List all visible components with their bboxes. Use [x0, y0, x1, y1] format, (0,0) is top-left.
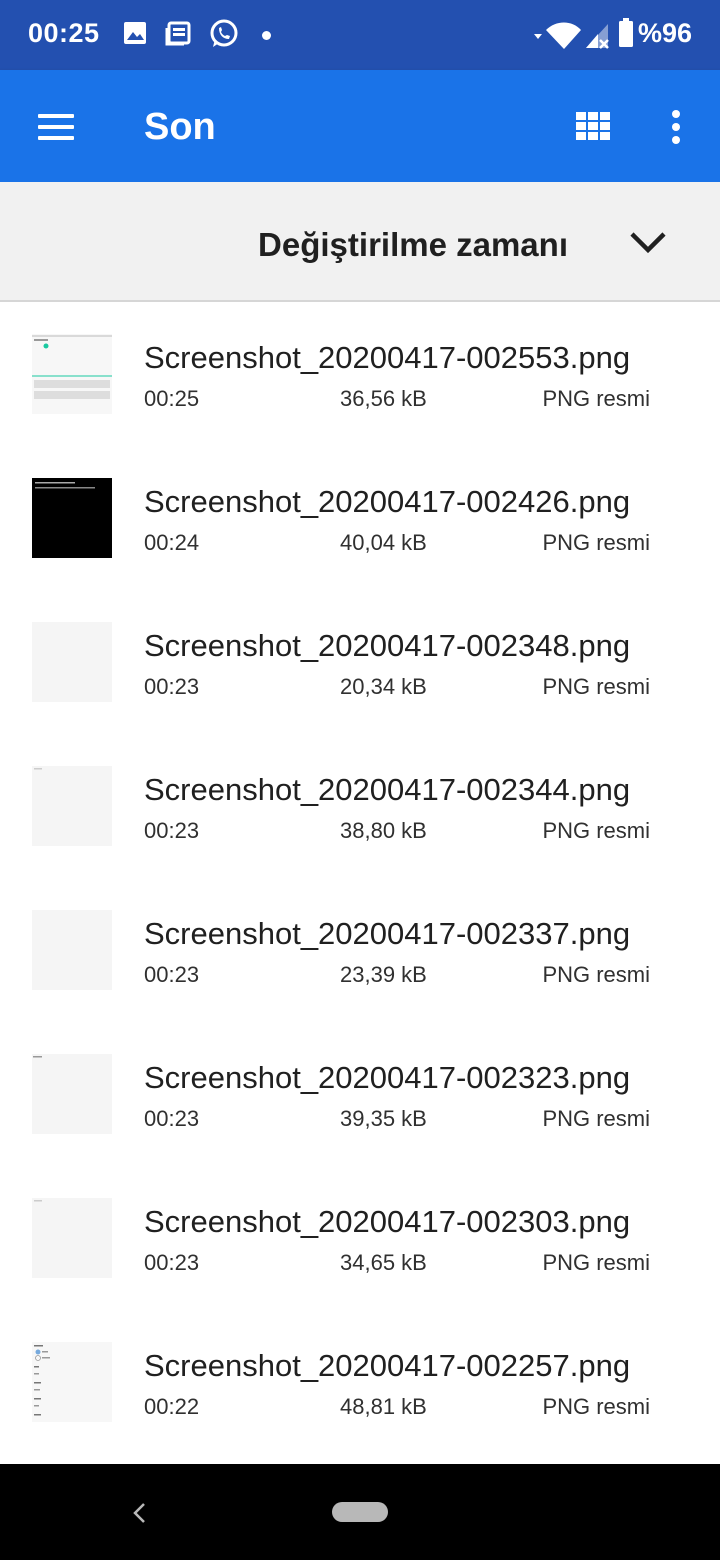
- file-thumbnail: [32, 1342, 112, 1422]
- app-bar: Son: [0, 70, 720, 182]
- status-bar: 00:25 %96: [0, 0, 720, 70]
- file-name: Screenshot_20200417-002337.png: [144, 916, 631, 951]
- file-thumbnail: [32, 1054, 112, 1134]
- file-time: 00:23: [144, 818, 200, 843]
- menu-icon[interactable]: [38, 114, 74, 140]
- file-list-item[interactable]: Screenshot_20200417-002426.png 00:24 40,…: [0, 446, 720, 590]
- file-name: Screenshot_20200417-002426.png: [144, 484, 631, 519]
- file-list-item[interactable]: Screenshot_20200417-002303.png 00:23 34,…: [0, 1166, 720, 1310]
- file-time: 00:23: [144, 1106, 200, 1131]
- file-size: 34,65 kB: [340, 1250, 427, 1275]
- file-list-item[interactable]: Screenshot_20200417-002257.png 00:22 48,…: [0, 1310, 720, 1454]
- file-thumbnail: [32, 1198, 112, 1278]
- file-time: 00:23: [144, 962, 200, 987]
- file-time: 00:23: [144, 674, 200, 699]
- grid-view-icon[interactable]: [576, 112, 610, 140]
- status-time: 00:25: [28, 18, 100, 48]
- file-name: Screenshot_20200417-002344.png: [144, 772, 631, 807]
- file-thumbnail: [32, 334, 112, 414]
- file-name: Screenshot_20200417-002323.png: [144, 1060, 631, 1095]
- whatsapp-icon: [210, 19, 238, 47]
- news-icon: [165, 21, 191, 46]
- file-type: PNG resmi: [542, 386, 650, 411]
- home-button[interactable]: [332, 1502, 388, 1522]
- file-size: 20,34 kB: [340, 674, 427, 699]
- file-size: 48,81 kB: [340, 1394, 427, 1419]
- file-list-item[interactable]: Screenshot_20200417-002553.png 00:25 36,…: [0, 302, 720, 446]
- file-list-item[interactable]: Screenshot_20200417-002344.png 00:23 38,…: [0, 734, 720, 878]
- file-type: PNG resmi: [542, 674, 650, 699]
- file-type: PNG resmi: [542, 1250, 650, 1275]
- file-list-item[interactable]: Screenshot_20200417-002323.png 00:23 39,…: [0, 1022, 720, 1166]
- file-name: Screenshot_20200417-002257.png: [144, 1348, 631, 1383]
- file-list-item[interactable]: Screenshot_20200417-002348.png 00:23 20,…: [0, 590, 720, 734]
- file-thumbnail: [32, 910, 112, 990]
- file-size: 39,35 kB: [340, 1106, 427, 1131]
- file-thumbnail: [32, 766, 112, 846]
- file-size: 40,04 kB: [340, 530, 427, 555]
- file-time: 00:24: [144, 530, 200, 555]
- file-type: PNG resmi: [542, 530, 650, 555]
- navigation-bar: [0, 1464, 720, 1560]
- battery-percentage: %96: [637, 18, 692, 48]
- file-size: 36,56 kB: [340, 386, 427, 411]
- file-size: 38,80 kB: [340, 818, 427, 843]
- more-options-icon[interactable]: [670, 110, 682, 144]
- file-type: PNG resmi: [542, 818, 650, 843]
- file-type: PNG resmi: [542, 1394, 650, 1419]
- file-name: Screenshot_20200417-002303.png: [144, 1204, 631, 1239]
- sort-label[interactable]: Değiştirilme zamanı: [258, 226, 568, 264]
- file-type: PNG resmi: [542, 1106, 650, 1131]
- wifi-icon: [534, 22, 581, 49]
- file-name: Screenshot_20200417-002553.png: [144, 340, 631, 375]
- file-list-item[interactable]: Screenshot_20200417-002337.png 00:23 23,…: [0, 878, 720, 1022]
- file-thumbnail: [32, 478, 112, 558]
- battery-icon: [619, 18, 633, 47]
- file-time: 00:25: [144, 386, 200, 411]
- file-time: 00:22: [144, 1394, 200, 1419]
- sort-bar[interactable]: Değiştirilme zamanı: [0, 182, 720, 302]
- back-icon[interactable]: [130, 1502, 148, 1524]
- file-thumbnail: [32, 622, 112, 702]
- page-title: Son: [144, 106, 216, 148]
- chevron-down-icon[interactable]: [628, 228, 668, 256]
- file-name: Screenshot_20200417-002348.png: [144, 628, 631, 663]
- file-size: 23,39 kB: [340, 962, 427, 987]
- file-time: 00:23: [144, 1250, 200, 1275]
- image-icon: [124, 22, 146, 44]
- file-list: Screenshot_20200417-002553.png 00:25 36,…: [0, 302, 720, 1454]
- signal-icon: [586, 24, 609, 49]
- dot-icon: [262, 31, 271, 40]
- file-type: PNG resmi: [542, 962, 650, 987]
